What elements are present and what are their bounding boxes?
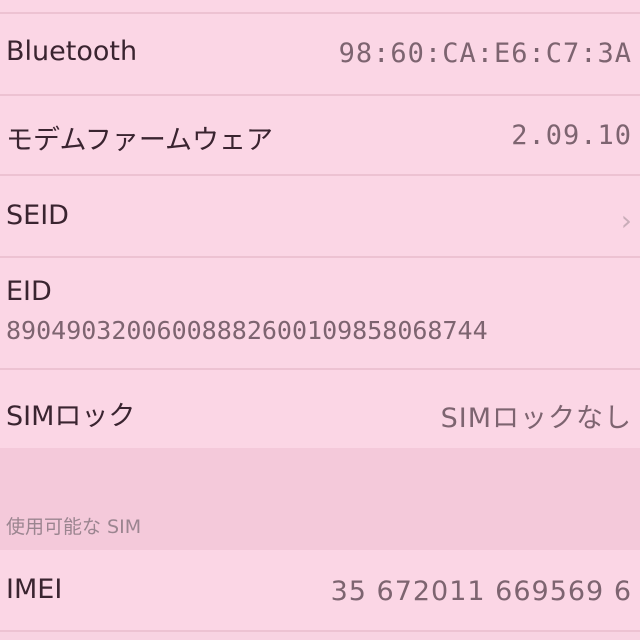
top-row-remnant xyxy=(0,0,640,12)
modem-firmware-label: モデムファームウェア xyxy=(6,125,274,156)
bluetooth-address: 98:60:CA:E6:C7:3A xyxy=(338,38,632,69)
divider xyxy=(0,630,640,632)
sim-lock-label: SIMロック xyxy=(6,401,136,432)
imei-value: 35 672011 669569 6 xyxy=(330,576,632,607)
section-header-available-sim: 使用可能な SIM xyxy=(6,516,142,538)
eid-label: EID xyxy=(6,276,52,307)
imei-label: IMEI xyxy=(6,574,63,605)
sim-lock-value: SIMロックなし xyxy=(440,403,632,434)
seid-row[interactable]: SEID xyxy=(0,176,640,256)
eid-row: EID 89049032006008882600109858068744 xyxy=(0,258,640,368)
modem-firmware-value: 2.09.10 xyxy=(511,120,632,151)
sim-lock-row: SIMロック SIMロックなし xyxy=(0,370,640,448)
eid-value: 89049032006008882600109858068744 xyxy=(6,316,488,345)
bluetooth-row: Bluetooth 98:60:CA:E6:C7:3A xyxy=(0,14,640,94)
imei-row: IMEI 35 672011 669569 6 xyxy=(0,550,640,630)
seid-label: SEID xyxy=(6,200,69,231)
bluetooth-label: Bluetooth xyxy=(6,36,138,67)
modem-firmware-row: モデムファームウェア 2.09.10 xyxy=(0,96,640,174)
chevron-right-icon: › xyxy=(620,204,632,237)
